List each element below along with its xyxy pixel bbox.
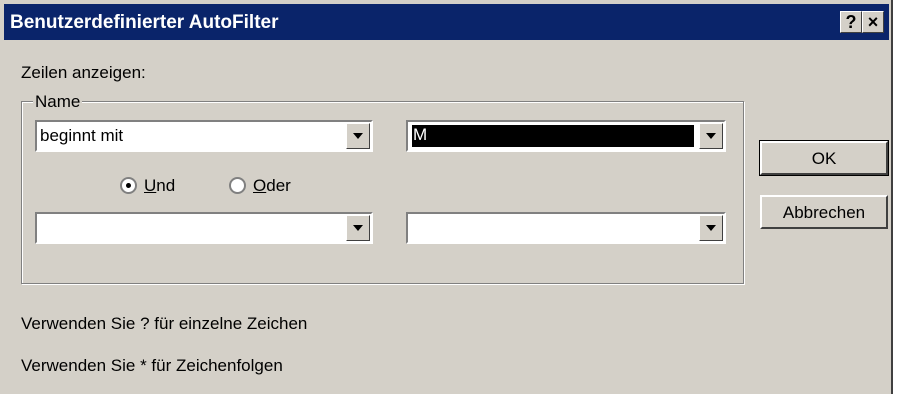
chevron-down-icon[interactable] bbox=[346, 123, 370, 149]
or-radio[interactable] bbox=[229, 177, 246, 194]
and-label[interactable]: Und bbox=[144, 176, 175, 196]
or-label[interactable]: Oder bbox=[253, 176, 291, 196]
help-button[interactable]: ? bbox=[840, 11, 862, 33]
chevron-down-icon[interactable] bbox=[699, 123, 723, 149]
or-accesskey: O bbox=[253, 176, 267, 195]
value2-combobox[interactable] bbox=[406, 212, 726, 244]
wildcard-hint-multi: Verwenden Sie * für Zeichenfolgen bbox=[21, 356, 283, 375]
wildcard-hint-single: Verwenden Sie ? für einzelne Zeichen bbox=[21, 314, 308, 333]
or-label-rest: der bbox=[266, 176, 291, 195]
close-button[interactable]: × bbox=[862, 11, 884, 33]
operator1-select[interactable]: beginnt mit bbox=[35, 120, 373, 152]
value1-text[interactable]: M bbox=[412, 125, 694, 147]
and-accesskey: U bbox=[144, 176, 157, 195]
close-icon: × bbox=[867, 12, 879, 32]
value1-combobox[interactable]: M bbox=[406, 120, 726, 152]
chevron-down-icon[interactable] bbox=[346, 215, 370, 241]
help-icon: ? bbox=[845, 12, 857, 32]
title-bar: Benutzerdefinierter AutoFilter ? × bbox=[4, 4, 889, 40]
ok-button[interactable]: OK bbox=[759, 140, 889, 176]
and-radio[interactable] bbox=[120, 177, 137, 194]
operator2-select[interactable] bbox=[35, 212, 373, 244]
window-title: Benutzerdefinierter AutoFilter bbox=[10, 12, 279, 33]
autofilter-dialog: Benutzerdefinierter AutoFilter ? × Zeile… bbox=[0, 0, 893, 394]
and-label-rest: nd bbox=[156, 176, 176, 195]
group-label: Name bbox=[33, 92, 83, 112]
prompt-label: Zeilen anzeigen: bbox=[21, 63, 146, 82]
operator1-value: beginnt mit bbox=[40, 126, 124, 145]
cancel-button[interactable]: Abbrechen bbox=[760, 195, 888, 229]
chevron-down-icon[interactable] bbox=[699, 215, 723, 241]
